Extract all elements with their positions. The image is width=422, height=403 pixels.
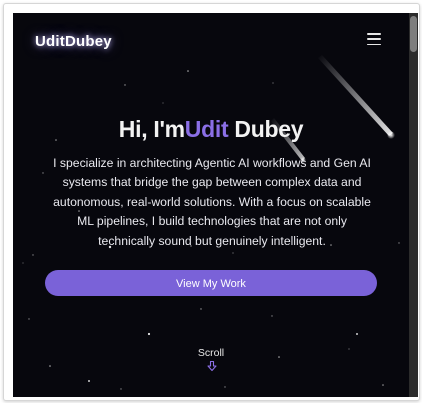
page-viewport: UditDubey Hi, I'mUdit Dubey I specialize… [13,13,409,397]
hero-last-name: Dubey [228,116,304,142]
scroll-label: Scroll [197,347,225,359]
view-my-work-button[interactable]: View My Work [45,270,377,296]
page-scrollbar[interactable] [409,13,418,397]
navbar: UditDubey [13,13,409,69]
hero-first-name: Udit [184,116,229,142]
hero-greeting: Hi, I'm [118,116,185,142]
arrow-down-icon[interactable] [206,360,218,372]
hero-description: I specialize in architecting Agentic AI … [53,156,371,248]
scrollbar-thumb[interactable] [410,16,417,52]
site-logo[interactable]: UditDubey [35,33,112,50]
browser-frame: UditDubey Hi, I'mUdit Dubey I specialize… [3,3,420,401]
hero-title: Hi, I'mUdit Dubey [13,116,409,143]
hamburger-icon[interactable] [367,33,381,45]
